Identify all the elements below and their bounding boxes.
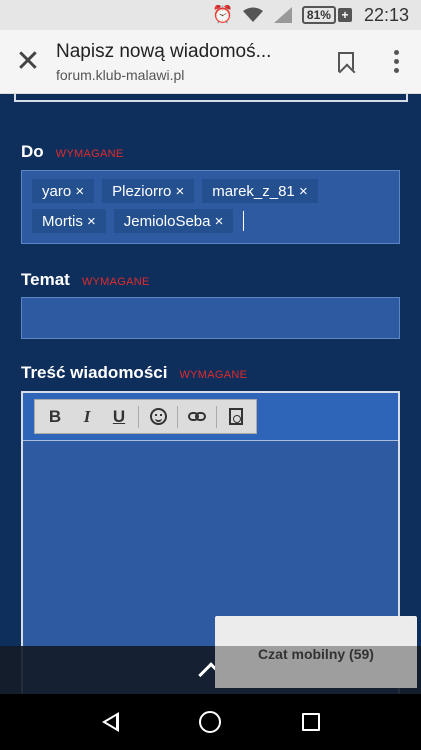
recents-icon xyxy=(301,713,320,731)
recipient-tags: yaro × Pleziorro × marek_z_81 × Mortis ×… xyxy=(32,179,389,233)
chat-label: Czat mobilny (59) xyxy=(258,646,374,662)
message-required-badge: WYMAGANE xyxy=(179,369,248,381)
home-button[interactable] xyxy=(190,702,230,742)
back-icon xyxy=(101,712,119,732)
recipient-tag[interactable]: JemioloSeba × xyxy=(113,209,234,233)
more-vertical-icon xyxy=(393,50,399,73)
subject-required-badge: WYMAGANE xyxy=(81,276,150,288)
bookmark-icon xyxy=(338,51,354,72)
underline-button[interactable]: U xyxy=(103,403,135,431)
recipients-field[interactable]: yaro × Pleziorro × marek_z_81 × Mortis ×… xyxy=(21,170,400,244)
bold-button[interactable]: B xyxy=(39,403,71,431)
toolbar-divider xyxy=(138,405,139,428)
recipient-tag[interactable]: Mortis × xyxy=(32,209,106,233)
chat-widget[interactable]: Czat mobilny (59) xyxy=(215,616,417,688)
to-label: Do xyxy=(21,142,44,161)
page-content: Do WYMAGANE yaro × Pleziorro × marek_z_8… xyxy=(0,94,421,694)
to-required-badge: WYMAGANE xyxy=(55,148,124,160)
alarm-icon: ⏰ xyxy=(212,5,234,24)
text-caret xyxy=(243,211,245,231)
home-icon xyxy=(199,711,222,733)
recipient-tag[interactable]: marek_z_81 × xyxy=(202,179,318,203)
subject-input[interactable] xyxy=(21,297,400,339)
to-label-row: Do WYMAGANE xyxy=(21,142,123,162)
page-title: Napisz nową wiadomoś... xyxy=(56,40,272,62)
preview-button[interactable] xyxy=(220,403,252,431)
recipient-tag[interactable]: yaro × xyxy=(32,179,95,203)
emoji-button[interactable] xyxy=(142,403,174,431)
browser-header: ✕ Napisz nową wiadomoś... forum.klub-mal… xyxy=(0,30,421,94)
smiley-icon xyxy=(149,408,167,425)
subject-label-row: Temat WYMAGANE xyxy=(21,270,150,290)
bookmark-button[interactable] xyxy=(321,30,371,94)
page-url: forum.klub-malawi.pl xyxy=(56,66,185,83)
subject-label: Temat xyxy=(21,270,70,289)
preview-icon xyxy=(229,408,243,425)
status-bar: ⏰ 81% + 22:13 xyxy=(0,0,421,30)
toolbar-divider xyxy=(216,405,217,428)
message-label-row: Treść wiadomości WYMAGANE xyxy=(21,363,247,383)
charging-icon: + xyxy=(337,8,352,22)
editor-toolbar: B I U xyxy=(34,399,257,434)
battery-level: 81% xyxy=(301,6,336,24)
recipient-tag[interactable]: Pleziorro × xyxy=(102,179,195,203)
message-label: Treść wiadomości xyxy=(21,363,168,382)
link-icon xyxy=(188,411,206,422)
close-icon[interactable]: ✕ xyxy=(0,30,56,94)
battery-icon: 81% + xyxy=(301,6,352,24)
page-title-block: Napisz nową wiadomoś... forum.klub-malaw… xyxy=(56,41,321,83)
back-button[interactable] xyxy=(90,702,130,742)
previous-field-edge xyxy=(14,94,408,102)
toolbar-divider xyxy=(177,405,178,428)
recents-button[interactable] xyxy=(291,702,331,742)
wifi-icon xyxy=(242,4,264,26)
android-nav-bar xyxy=(0,694,421,750)
italic-button[interactable]: I xyxy=(71,403,103,431)
signal-icon xyxy=(272,4,294,26)
link-button[interactable] xyxy=(181,403,213,431)
more-menu-button[interactable] xyxy=(371,30,421,94)
clock: 22:13 xyxy=(363,4,409,25)
